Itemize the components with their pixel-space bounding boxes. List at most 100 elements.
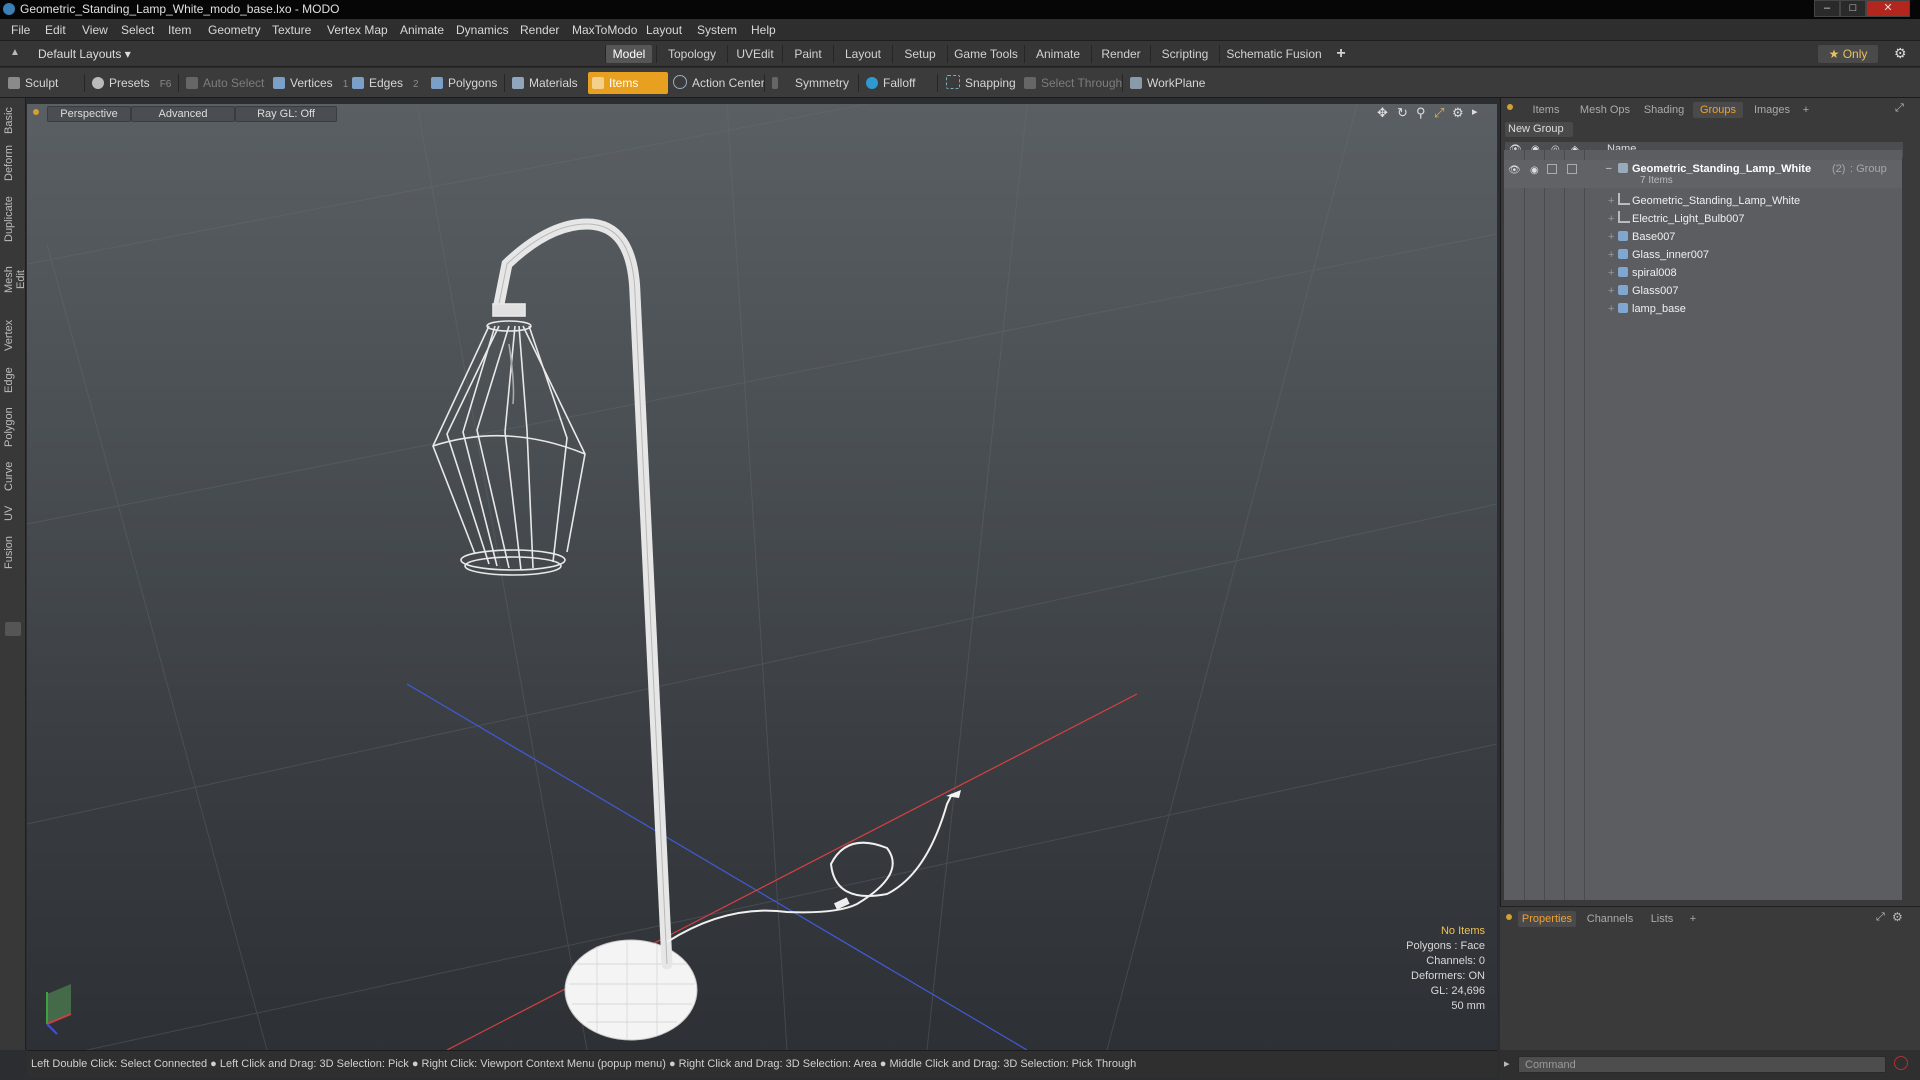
minimize-button[interactable]: – [1814,0,1840,17]
polygons-button[interactable]: Polygons [431,72,497,94]
move-view-icon[interactable]: ✥ [1377,105,1388,121]
command-input[interactable]: Command [1518,1056,1886,1073]
group-collapse-icon[interactable]: – [1606,160,1612,178]
panel-toggle-button[interactable] [5,622,21,636]
menu-animate[interactable]: Animate [400,23,444,37]
menu-vertex-map[interactable]: Vertex Map [327,23,388,37]
default-layouts-dropdown[interactable]: Default Layouts ▾ [38,47,131,61]
group-row[interactable]: 👁 ◉ – Geometric_Standing_Lamp_White (2) … [1504,160,1902,188]
tab-paint[interactable]: Paint [782,45,833,63]
panel-menu-dot[interactable] [1507,104,1513,110]
menu-select[interactable]: Select [121,23,154,37]
list-item[interactable]: + Glass_inner007 [1504,246,1902,264]
tab-model[interactable]: Model [605,45,652,63]
tab-animate[interactable]: Animate [1024,45,1091,63]
menu-help[interactable]: Help [751,23,776,37]
zoom-view-icon[interactable]: ⚲ [1416,105,1426,121]
tab-game-tools[interactable]: Game Tools [947,45,1024,63]
viewport-expand-icon[interactable]: ▸ [1472,105,1478,118]
tab-channels[interactable]: Channels [1582,911,1638,927]
tab-mesh-ops[interactable]: Mesh Ops [1575,102,1635,118]
edges-button[interactable]: Edges 2 [352,72,419,94]
vertices-button[interactable]: Vertices 1 [273,72,348,94]
shading-advanced-button[interactable]: Advanced [131,106,235,122]
group-select-checkbox[interactable] [1567,164,1577,174]
menu-texture[interactable]: Texture [272,23,311,37]
list-item[interactable]: + Glass007 [1504,282,1902,300]
viewport-settings-icon[interactable]: ⚙ [1452,105,1464,121]
tab-items[interactable]: Items [1521,102,1571,118]
maximize-button[interactable]: □ [1840,0,1866,17]
group-visibility-icon[interactable]: 👁 [1508,162,1521,180]
close-button[interactable]: ✕ [1866,0,1910,17]
tab-lists[interactable]: Lists [1642,911,1682,927]
gear-icon[interactable]: ⚙ [1894,45,1907,62]
rotate-view-icon[interactable]: ↻ [1397,105,1408,121]
fit-view-icon[interactable]: ⤢ [1434,105,1444,121]
auto-select-button[interactable]: Auto Select [186,72,264,94]
materials-button[interactable]: Materials [512,72,578,94]
menu-view[interactable]: View [82,23,108,37]
add-panel-tab-button[interactable]: + [1799,102,1813,118]
presets-button[interactable]: Presets F6 [92,72,171,94]
vtab-duplicate[interactable]: Duplicate [3,194,23,244]
action-center-button[interactable]: Action Center [673,72,765,94]
list-item[interactable]: + Geometric_Standing_Lamp_White [1504,192,1902,210]
tab-render[interactable]: Render [1091,45,1150,63]
menu-geometry[interactable]: Geometry [208,23,261,37]
menu-file[interactable]: File [11,23,30,37]
tab-properties[interactable]: Properties [1518,911,1576,927]
symmetry-button[interactable]: Symmetry [772,72,849,94]
props-settings-icon[interactable]: ⚙ [1892,910,1903,924]
vtab-basic[interactable]: Basic [3,106,23,136]
vtab-uv[interactable]: UV [3,502,23,524]
vtab-fusion[interactable]: Fusion [3,532,23,572]
menu-layout[interactable]: Layout [646,23,682,37]
list-item[interactable]: + spiral008 [1504,264,1902,282]
props-expand-icon[interactable]: ⤢ [1876,911,1885,924]
viewport-menu-dot[interactable] [33,109,39,115]
command-clear-icon[interactable] [1894,1056,1908,1070]
raygl-button[interactable]: Ray GL: Off [235,106,337,122]
layout-toggle-icon[interactable]: ▲ [10,47,20,59]
snapping-button[interactable]: Snapping [946,72,1016,94]
new-group-button[interactable]: New Group [1505,122,1573,137]
tab-layout[interactable]: Layout [833,45,892,63]
select-through-button[interactable]: Select Through [1024,72,1122,94]
tab-uvedit[interactable]: UVEdit [727,45,782,63]
tab-setup[interactable]: Setup [892,45,947,63]
tab-groups[interactable]: Groups [1693,102,1743,118]
menu-item[interactable]: Item [168,23,191,37]
tab-images[interactable]: Images [1747,102,1797,118]
view-perspective-button[interactable]: Perspective [47,106,131,122]
menu-dynamics[interactable]: Dynamics [456,23,509,37]
panel-expand-icon[interactable]: ⤢ [1895,102,1904,115]
menu-system[interactable]: System [697,23,737,37]
tab-scripting[interactable]: Scripting [1150,45,1219,63]
menu-maxtomodo[interactable]: MaxToModo [572,23,637,37]
list-item[interactable]: + lamp_base [1504,300,1902,318]
props-menu-dot[interactable] [1506,914,1512,920]
vtab-mesh-edit[interactable]: Mesh Edit [3,256,27,304]
only-toggle[interactable]: ★ Only [1818,45,1878,63]
falloff-button[interactable]: Falloff [866,72,915,94]
vtab-vertex[interactable]: Vertex [3,316,23,354]
add-tab-button[interactable]: + [1330,45,1352,63]
command-history-icon[interactable]: ▸ [1504,1057,1510,1070]
menu-edit[interactable]: Edit [45,23,66,37]
vtab-curve[interactable]: Curve [3,458,23,494]
workplane-button[interactable]: WorkPlane [1130,72,1205,94]
3d-viewport[interactable]: Perspective Advanced Ray GL: Off ✥ ↻ ⚲ ⤢… [27,104,1497,1050]
group-render-icon[interactable]: ◉ [1530,162,1539,180]
items-button[interactable]: Items [588,72,668,94]
list-item[interactable]: + Electric_Light_Bulb007 [1504,210,1902,228]
tab-topology[interactable]: Topology [656,45,727,63]
tab-shading[interactable]: Shading [1639,102,1689,118]
add-props-tab-button[interactable]: + [1686,911,1700,927]
vtab-edge[interactable]: Edge [3,364,23,396]
group-lock-checkbox[interactable] [1547,164,1557,174]
vtab-polygon[interactable]: Polygon [3,404,23,450]
vtab-deform[interactable]: Deform [3,144,23,182]
list-item[interactable]: + Base007 [1504,228,1902,246]
tab-schematic-fusion[interactable]: Schematic Fusion [1219,45,1328,63]
